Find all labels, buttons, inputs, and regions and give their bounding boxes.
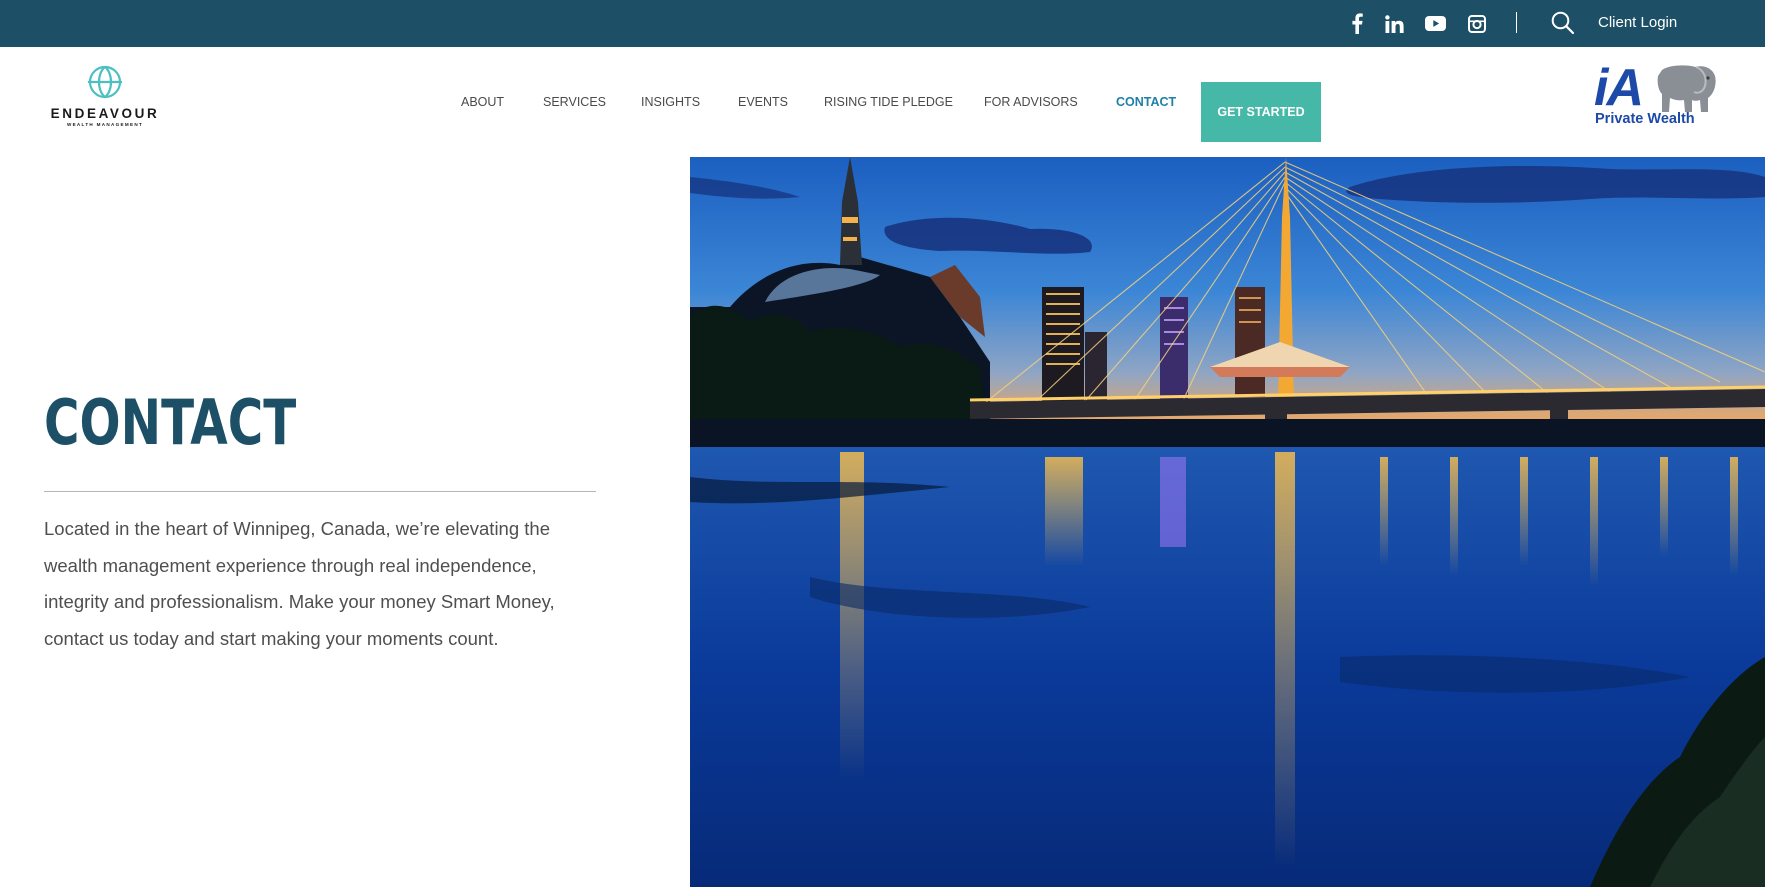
- site-header: ENDEAVOUR WEALTH MANAGEMENT ABOUT SERVIC…: [0, 47, 1765, 157]
- youtube-icon[interactable]: [1422, 0, 1448, 47]
- globe-logo-icon: [88, 65, 122, 99]
- linkedin-icon[interactable]: [1382, 0, 1406, 47]
- nav-item-contact[interactable]: CONTACT: [1116, 47, 1176, 157]
- nav-item-about[interactable]: ABOUT: [461, 47, 504, 157]
- top-utility-bar: Client Login: [0, 0, 1765, 47]
- title-divider: [44, 491, 596, 492]
- nav-item-insights[interactable]: INSIGHTS: [641, 47, 700, 157]
- search-icon[interactable]: [1550, 10, 1576, 36]
- winnipeg-skyline-photo: [690, 157, 1765, 887]
- instagram-icon[interactable]: [1464, 0, 1490, 47]
- nav-item-events[interactable]: EVENTS: [738, 47, 788, 157]
- page-title: CONTACT: [44, 386, 297, 459]
- topbar-divider: [1516, 12, 1517, 33]
- nav-item-rising-tide-pledge[interactable]: RISING TIDE PLEDGE: [824, 47, 953, 157]
- endeavour-logo[interactable]: ENDEAVOUR WEALTH MANAGEMENT: [48, 65, 162, 137]
- ia-logo-name: Private Wealth: [1595, 111, 1695, 127]
- elephant-icon: [1657, 65, 1716, 112]
- client-login-link[interactable]: Client Login: [1598, 0, 1677, 47]
- ia-private-wealth-logo[interactable]: iA Private Wealth: [1594, 59, 1719, 130]
- nav-item-for-advisors[interactable]: FOR ADVISORS: [984, 47, 1078, 157]
- get-started-button[interactable]: GET STARTED: [1201, 82, 1321, 142]
- logo-tagline: WEALTH MANAGEMENT: [66, 122, 144, 127]
- logo-wordmark: ENDEAVOUR: [50, 106, 160, 121]
- ia-logo-mark: iA: [1594, 59, 1644, 117]
- intro-text: Located in the heart of Winnipeg, Canada…: [44, 518, 555, 649]
- facebook-icon[interactable]: [1345, 0, 1369, 47]
- nav-item-services[interactable]: SERVICES: [543, 47, 606, 157]
